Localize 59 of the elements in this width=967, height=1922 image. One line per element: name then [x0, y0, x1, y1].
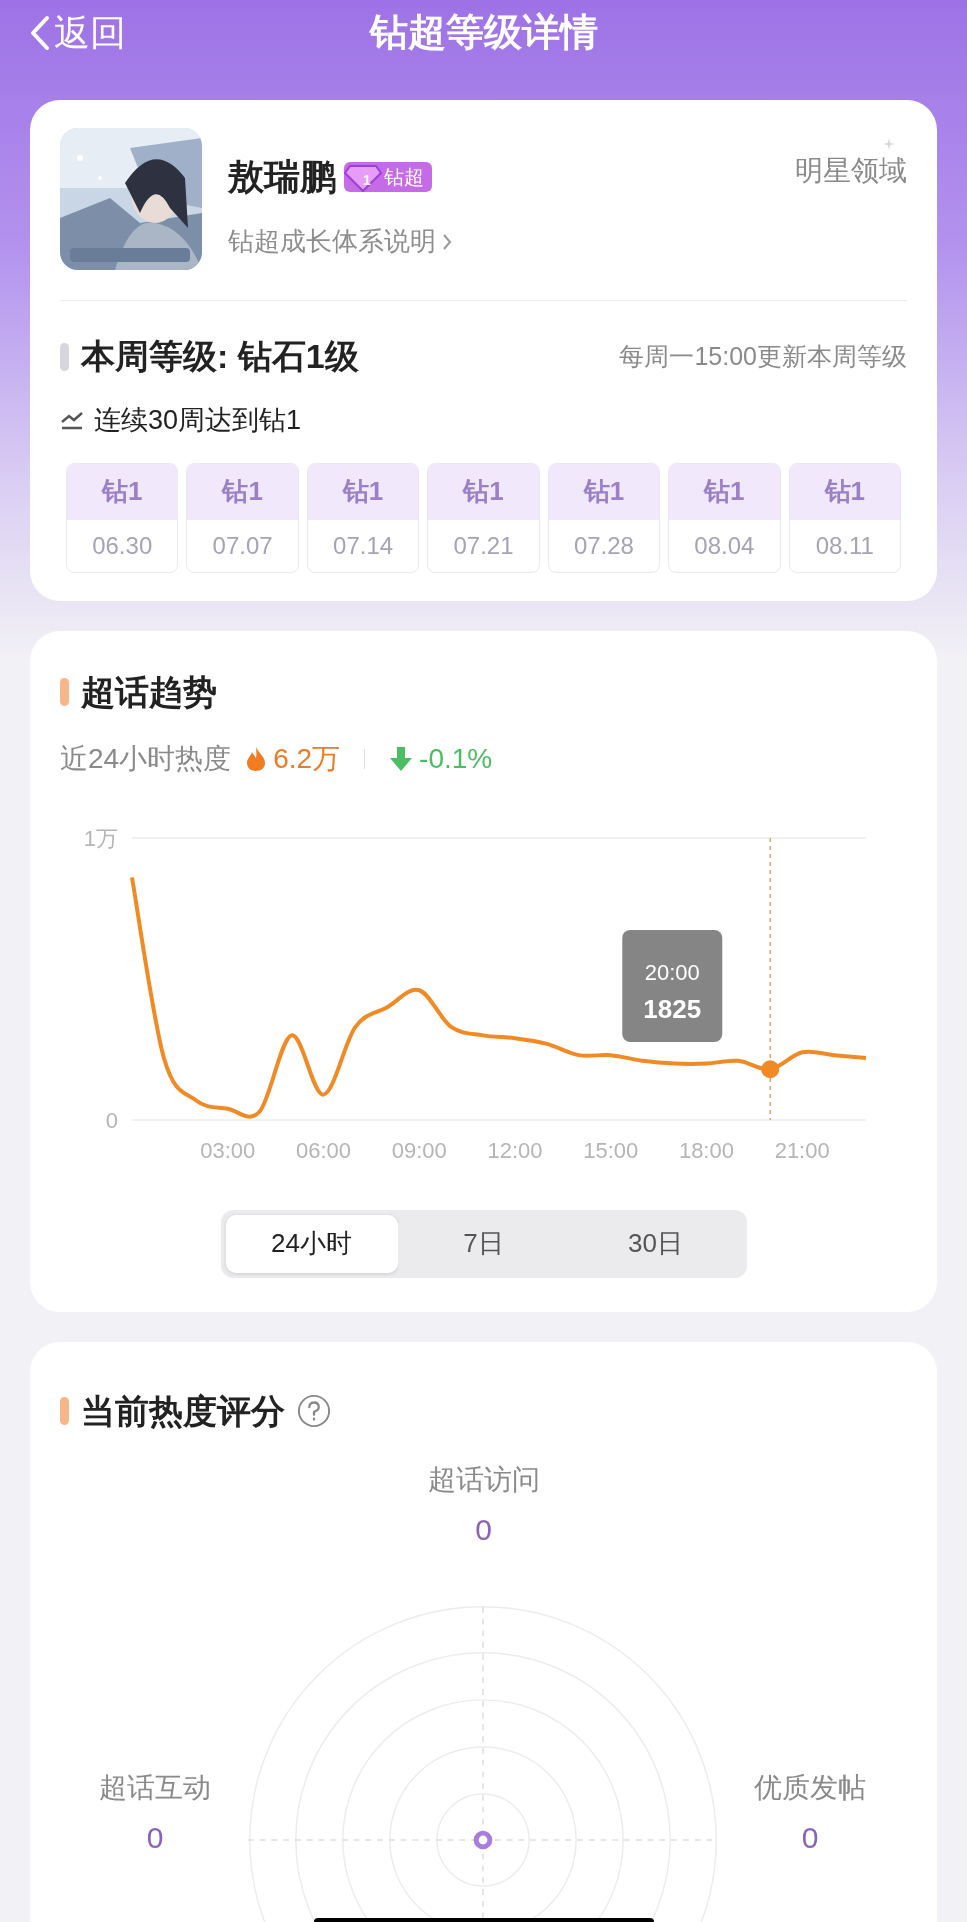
y-axis-label: 1万 [83, 825, 118, 851]
help-icon [297, 1394, 331, 1428]
growth-system-link[interactable]: 钻超成长体系说明 [228, 222, 769, 261]
week-rank: 钻1 [824, 475, 865, 508]
trend-heading: 超话趋势 [81, 671, 217, 713]
x-axis-label: 03:00 [200, 1137, 256, 1163]
score-axis-label: 超话互动 [99, 1770, 211, 1805]
sparkle-icon [883, 138, 895, 150]
week-rank: 钻1 [463, 475, 504, 508]
heading-marker [60, 678, 69, 706]
heading-marker [60, 1397, 69, 1425]
heat-change: -0.1% [419, 741, 493, 776]
week-date: 06.30 [92, 530, 153, 561]
week-date: 07.07 [212, 530, 273, 561]
week-date: 08.04 [694, 530, 755, 561]
y-axis-label: 0 [105, 1107, 118, 1133]
x-axis-label: 15:00 [583, 1137, 639, 1163]
score-axis-value: 0 [146, 1819, 164, 1856]
x-axis-label: 12:00 [487, 1137, 543, 1163]
week-date: 07.28 [573, 530, 634, 561]
badge-label: 钻超 [383, 165, 424, 190]
week-rank: 钻1 [222, 475, 263, 508]
streak-text: 连续30周达到钻1 [94, 404, 302, 437]
back-chevron-icon [30, 15, 50, 51]
week-date: 07.21 [453, 530, 514, 561]
score-axis-label: 优质发帖 [754, 1770, 866, 1805]
week-rank: 钻1 [342, 475, 384, 508]
domain-tag: 明星领域 [795, 155, 907, 186]
week-date: 08.11 [815, 530, 874, 561]
score-heading: 当前热度评分 [81, 1390, 285, 1432]
data-point [761, 1059, 780, 1078]
chevron-right-icon [442, 232, 452, 251]
score-axis-value: 0 [475, 1511, 492, 1548]
x-axis-label: 06:00 [295, 1137, 351, 1163]
update-note: 每周一15:00更新本周等级 [619, 340, 907, 372]
week-rank: 钻1 [704, 475, 745, 508]
week-date: 07.14 [333, 530, 394, 561]
heat-value: 6.2万 [273, 741, 341, 776]
x-axis-label: 18:00 [678, 1137, 734, 1163]
heading-marker [60, 342, 69, 371]
page-title: 钻超等级详情 [369, 10, 598, 55]
trend-up-icon [60, 410, 84, 431]
diamond-icon [344, 162, 382, 192]
week-rank: 钻1 [101, 475, 143, 508]
heat-label: 近24小时热度 [60, 741, 232, 776]
score-axis-label: 超话访问 [427, 1462, 540, 1497]
score-axis-value: 0 [801, 1819, 819, 1856]
back-button[interactable]: 返回 [30, 6, 126, 60]
x-axis-label: 21:00 [774, 1137, 830, 1163]
tooltip-time: 20:00 [644, 959, 700, 985]
arrow-down-icon [389, 745, 414, 772]
range-tab[interactable]: 24小时 [225, 1214, 398, 1273]
star-name: 敖瑞鹏 [228, 155, 336, 199]
week-rank: 钻1 [583, 475, 625, 508]
tooltip-value: 1825 [643, 993, 702, 1024]
badge-digit: 1 [362, 170, 371, 190]
flame-icon [245, 745, 268, 772]
weekly-level-heading: 本周等级: 钻石1级 [81, 336, 359, 377]
x-axis-label: 09:00 [391, 1137, 447, 1163]
